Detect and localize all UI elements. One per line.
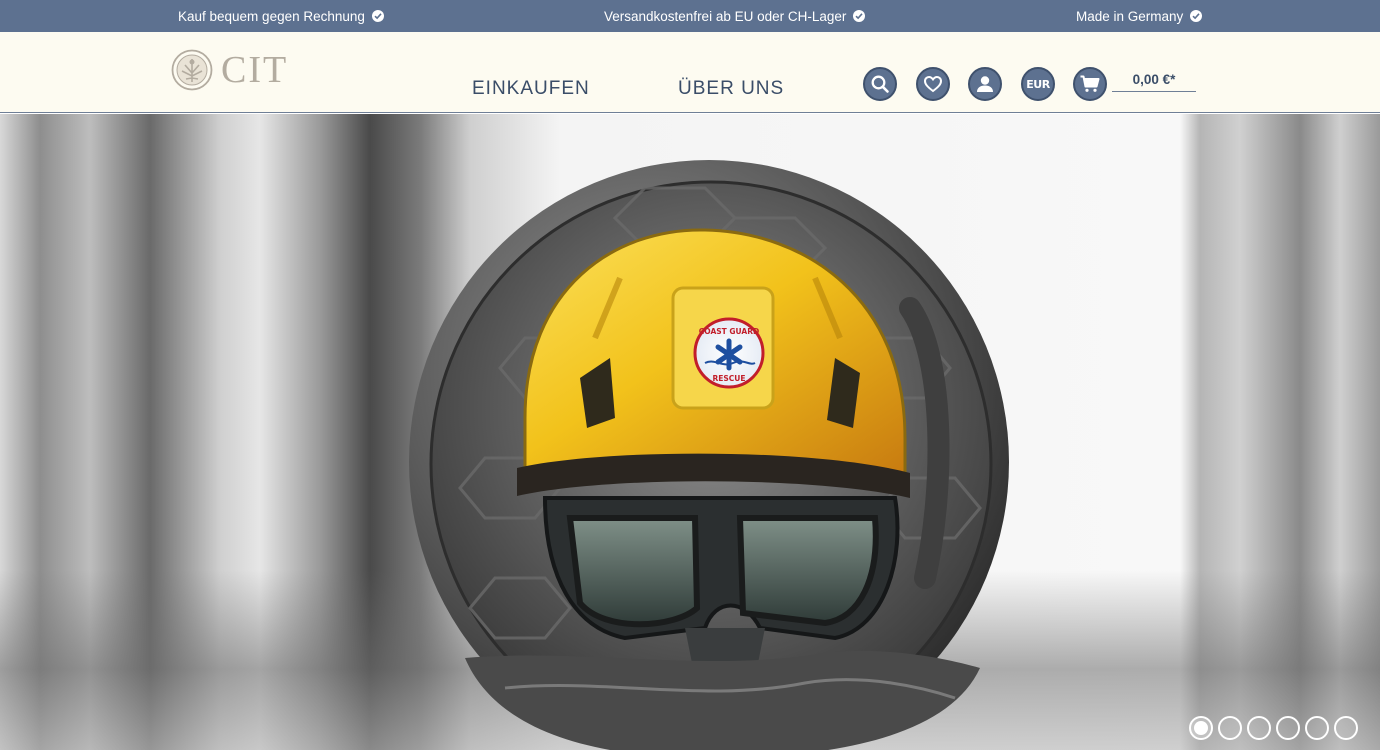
- heart-icon: [923, 75, 943, 93]
- slider-dot[interactable]: [1189, 716, 1213, 740]
- slider-dot[interactable]: [1305, 716, 1329, 740]
- nav-ueber-uns[interactable]: ÜBER UNS: [678, 78, 784, 100]
- search-button[interactable]: [863, 67, 897, 101]
- usp-label: Kauf bequem gegen Rechnung: [178, 8, 365, 24]
- check-circle-icon: [853, 10, 866, 22]
- slider-dot[interactable]: [1218, 716, 1242, 740]
- account-icon: [977, 76, 993, 92]
- usp-item-invoice: Kauf bequem gegen Rechnung: [178, 0, 384, 32]
- logo-text: CIT: [221, 49, 289, 91]
- slider-dot[interactable]: [1276, 716, 1300, 740]
- usp-bar: Kauf bequem gegen Rechnung Versandkosten…: [0, 0, 1380, 32]
- currency-icon: EUR: [1026, 77, 1050, 91]
- usp-item-made-in-germany: Made in Germany: [1076, 0, 1203, 32]
- wishlist-button[interactable]: [916, 67, 950, 101]
- site-header: CIT EINKAUFEN ÜBER UNS EUR 0,00 €*: [0, 32, 1380, 113]
- check-circle-icon: [1190, 10, 1203, 22]
- slider-pagination: [1189, 716, 1358, 740]
- slider-dot[interactable]: [1247, 716, 1271, 740]
- account-button[interactable]: [968, 67, 1002, 101]
- search-icon: [871, 75, 889, 93]
- hero-slider[interactable]: COAST GUARD RESCUE: [0, 114, 1380, 750]
- coin-badge-bottom-text: RESCUE: [712, 374, 745, 383]
- nav-einkaufen[interactable]: EINKAUFEN: [472, 78, 590, 100]
- eagle-logo-icon: [171, 49, 213, 91]
- currency-button[interactable]: EUR: [1021, 67, 1055, 101]
- cart-total[interactable]: 0,00 €*: [1112, 70, 1196, 92]
- check-circle-icon: [371, 10, 384, 22]
- coin-product-image: COAST GUARD RESCUE: [409, 160, 1009, 750]
- cart-button[interactable]: [1073, 67, 1107, 101]
- usp-label: Versandkostenfrei ab EU oder CH-Lager: [604, 8, 847, 24]
- usp-item-shipping: Versandkostenfrei ab EU oder CH-Lager: [604, 0, 866, 32]
- cart-icon: [1080, 75, 1100, 92]
- coin-badge-top-text: COAST GUARD: [699, 327, 759, 336]
- logo-link[interactable]: CIT: [171, 49, 288, 91]
- usp-label: Made in Germany: [1076, 8, 1184, 24]
- slider-dot[interactable]: [1334, 716, 1358, 740]
